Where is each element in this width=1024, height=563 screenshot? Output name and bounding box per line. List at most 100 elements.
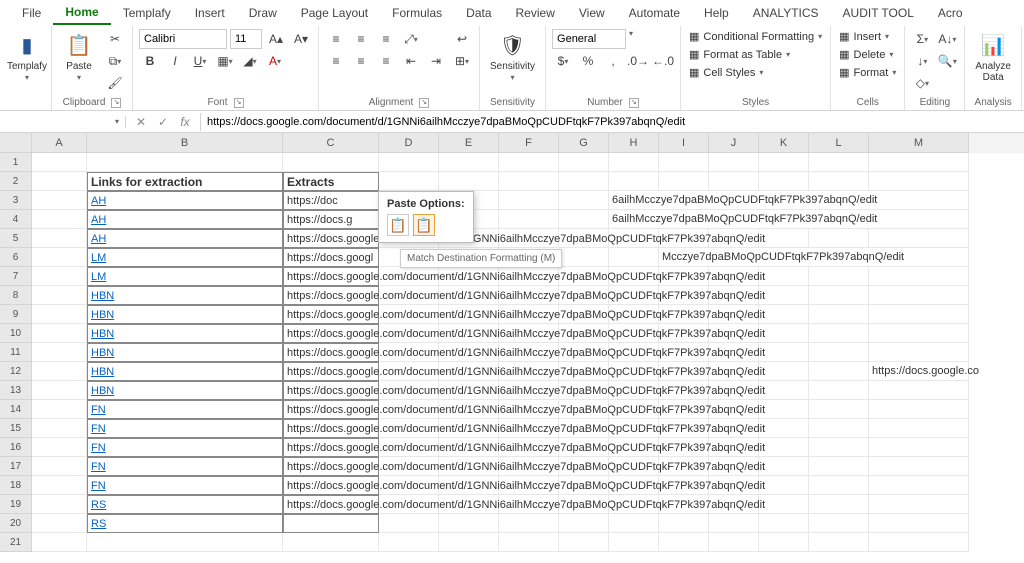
font-dialog-launcher[interactable]: ↘	[234, 98, 244, 108]
increase-decimal-button[interactable]: .0→	[627, 51, 649, 71]
cell-K16[interactable]	[759, 438, 809, 457]
cell-E20[interactable]	[439, 514, 499, 533]
cell-B21[interactable]	[87, 533, 283, 552]
cell-B8[interactable]: HBN	[87, 286, 283, 305]
cell-L8[interactable]	[809, 286, 869, 305]
cell-B4[interactable]: AH	[87, 210, 283, 229]
cell-C9[interactable]: https://docs.google.com/document/d/1GNNi…	[283, 305, 379, 324]
row-header-15[interactable]: 15	[0, 419, 32, 438]
cell-B7[interactable]: LM	[87, 267, 283, 286]
cell-C5[interactable]: https://docs.google.com/document/d/1GNNi…	[283, 229, 379, 248]
column-header-K[interactable]: K	[759, 133, 809, 153]
align-left-button[interactable]: ≡	[325, 51, 347, 71]
cell-A4[interactable]	[32, 210, 87, 229]
column-header-D[interactable]: D	[379, 133, 439, 153]
cell-A11[interactable]	[32, 343, 87, 362]
align-center-button[interactable]: ≡	[350, 51, 372, 71]
orientation-button[interactable]: ⤢▾	[400, 29, 422, 49]
cell-K10[interactable]	[759, 324, 809, 343]
cell-M8[interactable]	[869, 286, 969, 305]
cell-C15[interactable]: https://docs.google.com/document/d/1GNNi…	[283, 419, 379, 438]
cell-I2[interactable]	[659, 172, 709, 191]
cell-K9[interactable]	[759, 305, 809, 324]
cell-C18[interactable]: https://docs.google.com/document/d/1GNNi…	[283, 476, 379, 495]
cell-overflow-3[interactable]: 6ailhMcczye7dpaBMoQpCUDFtqkF7Pk397abqnQ/…	[609, 191, 969, 210]
cell-C1[interactable]	[283, 153, 379, 172]
row-header-10[interactable]: 10	[0, 324, 32, 343]
cell-B9[interactable]: HBN	[87, 305, 283, 324]
column-header-B[interactable]: B	[87, 133, 283, 153]
cell-L14[interactable]	[809, 400, 869, 419]
cell-A6[interactable]	[32, 248, 87, 267]
cell-C11[interactable]: https://docs.google.com/document/d/1GNNi…	[283, 343, 379, 362]
column-header-F[interactable]: F	[499, 133, 559, 153]
cell-M9[interactable]	[869, 305, 969, 324]
cell-A13[interactable]	[32, 381, 87, 400]
cancel-formula-button[interactable]: ✕	[132, 113, 150, 131]
clear-button[interactable]: ◇▾	[911, 73, 933, 93]
tab-draw[interactable]: Draw	[237, 2, 289, 24]
cell-G6[interactable]	[559, 248, 609, 267]
enter-formula-button[interactable]: ✓	[154, 113, 172, 131]
cell-M15[interactable]	[869, 419, 969, 438]
sort-filter-button[interactable]: A↓▾	[936, 29, 958, 49]
cell-C14[interactable]: https://docs.google.com/document/d/1GNNi…	[283, 400, 379, 419]
select-all-corner[interactable]	[0, 133, 32, 153]
column-header-M[interactable]: M	[869, 133, 969, 153]
row-header-3[interactable]: 3	[0, 191, 32, 210]
cell-H1[interactable]	[609, 153, 659, 172]
row-header-21[interactable]: 21	[0, 533, 32, 552]
cell-B17[interactable]: FN	[87, 457, 283, 476]
column-header-J[interactable]: J	[709, 133, 759, 153]
underline-button[interactable]: U▾	[189, 51, 211, 71]
tab-audit-tool[interactable]: AUDIT TOOL	[831, 2, 926, 24]
tab-automate[interactable]: Automate	[617, 2, 692, 24]
cell-F4[interactable]	[499, 210, 559, 229]
cell-A21[interactable]	[32, 533, 87, 552]
cell-M21[interactable]	[869, 533, 969, 552]
cell-J2[interactable]	[709, 172, 759, 191]
merge-button[interactable]: ⊞▾	[451, 51, 473, 71]
row-header-17[interactable]: 17	[0, 457, 32, 476]
font-name-selector[interactable]	[139, 29, 227, 49]
name-box[interactable]: ▾	[0, 116, 126, 128]
cell-C3[interactable]: https://doc	[283, 191, 379, 210]
row-header-20[interactable]: 20	[0, 514, 32, 533]
tab-file[interactable]: File	[10, 2, 53, 24]
cell-C12[interactable]: https://docs.google.com/document/d/1GNNi…	[283, 362, 379, 381]
decrease-decimal-button[interactable]: ←.0	[652, 51, 674, 71]
accounting-button[interactable]: $▾	[552, 51, 574, 71]
cell-M16[interactable]	[869, 438, 969, 457]
cell-L9[interactable]	[809, 305, 869, 324]
cell-B3[interactable]: AH	[87, 191, 283, 210]
cell-C7[interactable]: https://docs.google.com/document/d/1GNNi…	[283, 267, 379, 286]
cell-B10[interactable]: HBN	[87, 324, 283, 343]
paste-button[interactable]: 📋 Paste▾	[58, 29, 100, 85]
comma-button[interactable]: ,	[602, 51, 624, 71]
cell-K8[interactable]	[759, 286, 809, 305]
cell-M14[interactable]	[869, 400, 969, 419]
cell-A3[interactable]	[32, 191, 87, 210]
cell-L10[interactable]	[809, 324, 869, 343]
cell-A16[interactable]	[32, 438, 87, 457]
number-format-selector[interactable]	[552, 29, 626, 49]
cell-K12[interactable]	[759, 362, 809, 381]
cell-L21[interactable]	[809, 533, 869, 552]
column-header-C[interactable]: C	[283, 133, 379, 153]
row-header-18[interactable]: 18	[0, 476, 32, 495]
column-header-L[interactable]: L	[809, 133, 869, 153]
cell-B11[interactable]: HBN	[87, 343, 283, 362]
tab-help[interactable]: Help	[692, 2, 741, 24]
cell-overflow-4[interactable]: 6ailhMcczye7dpaBMoQpCUDFtqkF7Pk397abqnQ/…	[609, 210, 969, 229]
cell-L19[interactable]	[809, 495, 869, 514]
row-header-19[interactable]: 19	[0, 495, 32, 514]
cell-M12[interactable]: https://docs.google.co	[869, 362, 969, 381]
row-header-9[interactable]: 9	[0, 305, 32, 324]
cell-H2[interactable]	[609, 172, 659, 191]
cell-C2[interactable]: Extracts	[283, 172, 379, 191]
cell-A8[interactable]	[32, 286, 87, 305]
cell-K18[interactable]	[759, 476, 809, 495]
cell-styles-button[interactable]: ▦Cell Styles▾	[687, 65, 824, 80]
cell-C19[interactable]: https://docs.google.com/document/d/1GNNi…	[283, 495, 379, 514]
cell-J1[interactable]	[709, 153, 759, 172]
